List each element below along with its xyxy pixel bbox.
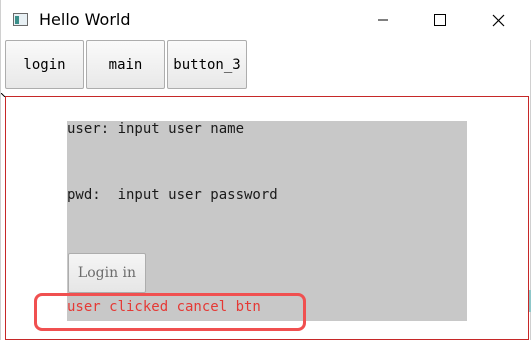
app-window: Hello World login main button_3 user: in… bbox=[0, 0, 531, 340]
minimize-button[interactable] bbox=[353, 0, 411, 40]
window-title: Hello World bbox=[39, 10, 131, 29]
maximize-icon bbox=[434, 14, 446, 26]
close-button[interactable] bbox=[469, 0, 527, 40]
login-in-button[interactable]: Login in bbox=[68, 253, 146, 293]
user-input-field[interactable]: user: input user name bbox=[67, 121, 244, 137]
main-button[interactable]: main bbox=[86, 40, 165, 89]
maximize-button[interactable] bbox=[411, 0, 469, 40]
minimize-icon bbox=[378, 19, 388, 21]
app-icon bbox=[13, 13, 28, 26]
close-icon bbox=[492, 14, 505, 27]
login-button[interactable]: login bbox=[5, 40, 84, 89]
highlight-annotation bbox=[34, 293, 306, 331]
title-bar[interactable]: Hello World bbox=[1, 0, 531, 40]
button-3[interactable]: button_3 bbox=[167, 40, 247, 89]
password-input-field[interactable]: pwd: input user password bbox=[67, 187, 278, 203]
